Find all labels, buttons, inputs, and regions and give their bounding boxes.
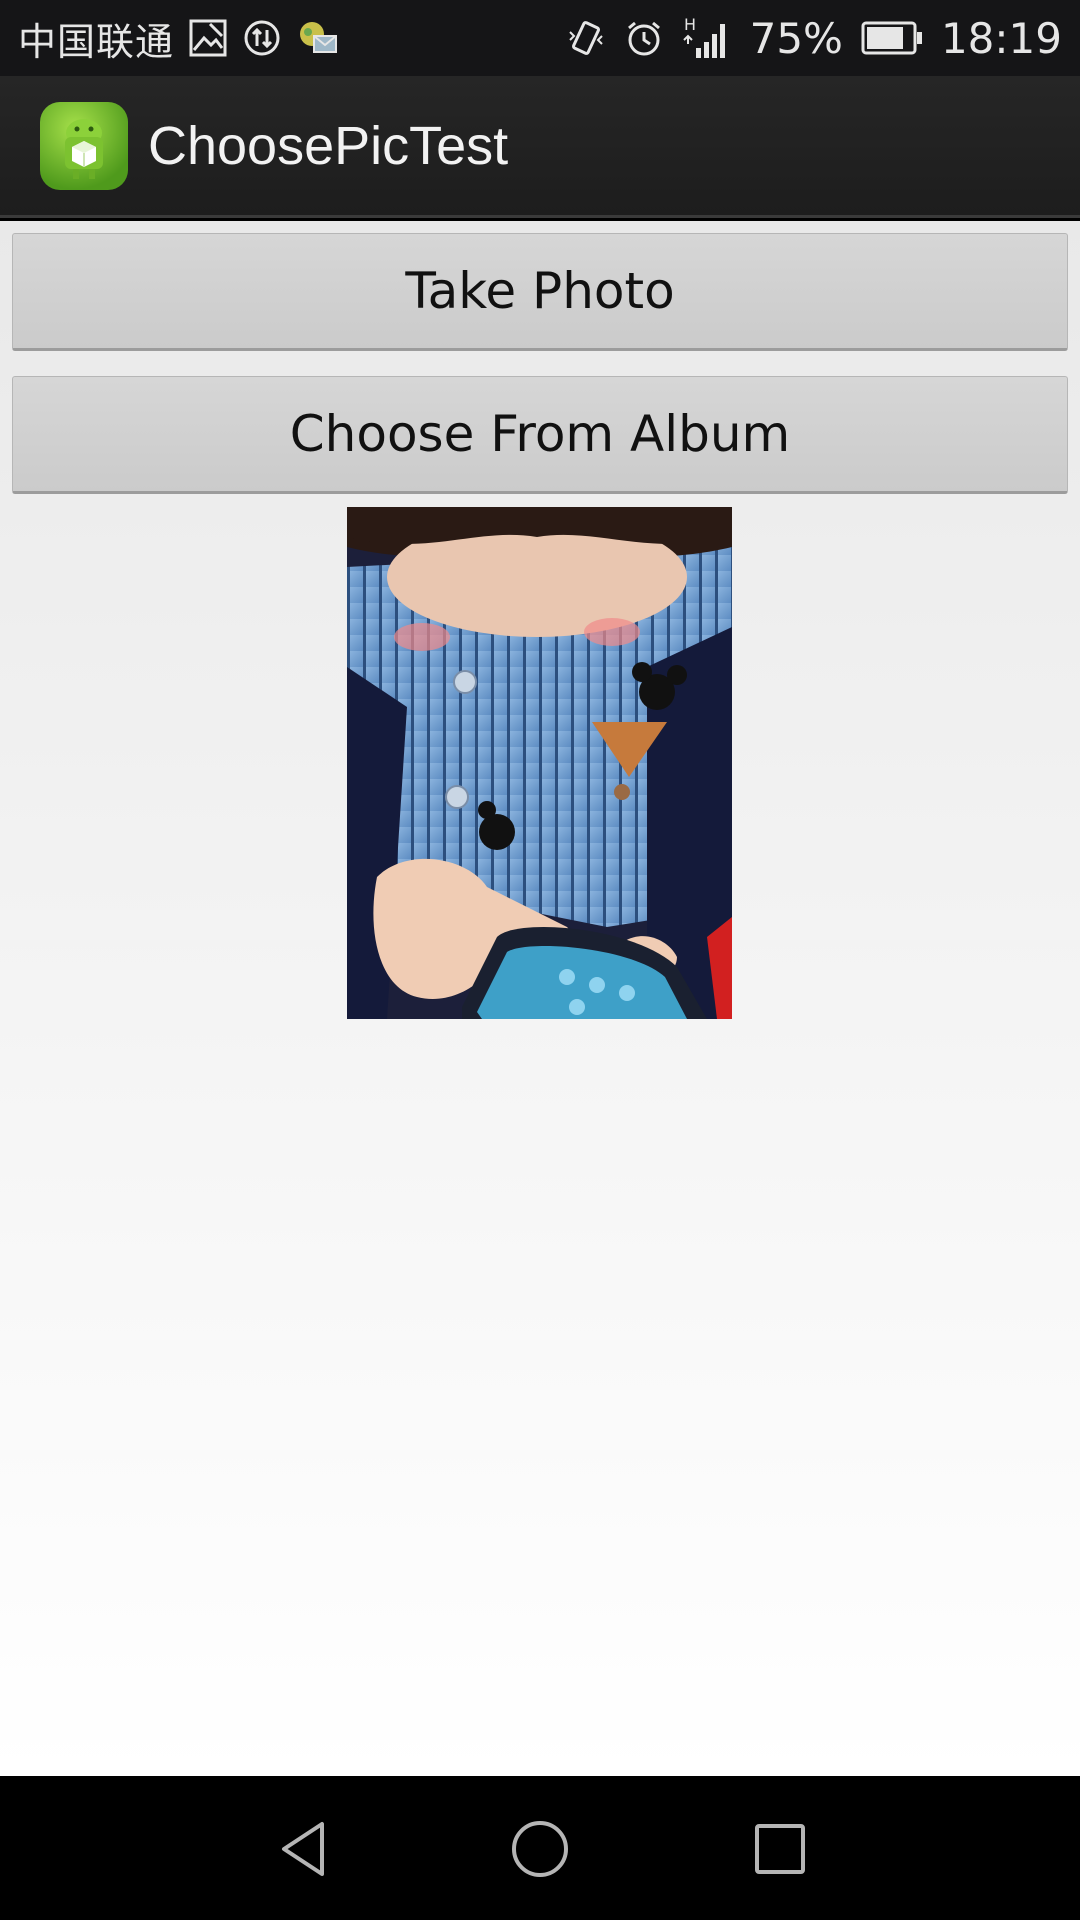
- selected-photo-image: [347, 507, 732, 1019]
- status-bar: 中国联通 H 75% 18:19: [0, 0, 1080, 76]
- status-bar-left: 中国联通: [18, 11, 340, 66]
- home-icon[interactable]: [495, 1804, 585, 1894]
- recents-icon[interactable]: [735, 1804, 825, 1894]
- android-app-icon: [40, 101, 128, 190]
- back-icon[interactable]: [260, 1804, 350, 1894]
- main-content: Take Photo Choose From Album: [0, 221, 1080, 1776]
- network-type-label: H: [684, 15, 696, 34]
- signal-icon: H: [682, 14, 732, 62]
- battery-percent: 75%: [749, 13, 843, 63]
- app-bar: ChoosePicTest: [0, 76, 1080, 218]
- vibrate-icon: [566, 18, 606, 58]
- gallery-notification-icon: [188, 18, 228, 58]
- clock-time: 18:19: [940, 13, 1062, 63]
- navigation-bar: [0, 1776, 1080, 1920]
- data-sync-icon: [242, 18, 282, 58]
- message-app-icon: [296, 18, 340, 58]
- status-bar-right: H 75% 18:19: [566, 14, 1062, 63]
- carrier-name: 中国联通: [18, 19, 175, 64]
- battery-icon: [861, 20, 923, 56]
- take-photo-button[interactable]: Take Photo: [12, 233, 1068, 351]
- app-title: ChoosePicTest: [148, 115, 509, 176]
- alarm-icon: [624, 18, 664, 58]
- choose-from-album-button[interactable]: Choose From Album: [12, 376, 1068, 494]
